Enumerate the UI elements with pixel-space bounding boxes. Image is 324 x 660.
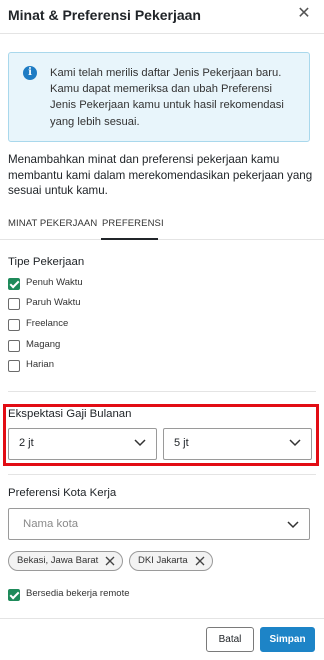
info-banner-text: Kami telah merilis daftar Jenis Pekerjaa… [50, 67, 284, 128]
chip-label: Bekasi, Jawa Barat [17, 555, 99, 566]
checkbox[interactable] [8, 589, 20, 601]
checkbox[interactable] [8, 278, 20, 290]
info-banner: i Kami telah merilis daftar Jenis Pekerj… [8, 52, 310, 142]
chevron-down-icon[interactable] [287, 521, 299, 529]
salary-max-value: 5 jt [174, 437, 189, 449]
modal-header: Minat & Preferensi Pekerjaan ✕ [0, 0, 324, 34]
checkbox[interactable] [8, 340, 20, 352]
city-label: Preferensi Kota Kerja [8, 487, 117, 499]
chevron-down-icon [134, 439, 146, 447]
modal-title: Minat & Preferensi Pekerjaan [8, 7, 201, 23]
remove-chip-icon[interactable] [194, 555, 206, 567]
chevron-down-icon [289, 439, 301, 447]
section-divider [8, 474, 316, 475]
salary-min-value: 2 jt [19, 437, 34, 449]
checkbox[interactable] [8, 298, 20, 310]
section-divider [8, 391, 316, 392]
tab-preferensi[interactable]: PREFERENSI [102, 218, 164, 229]
tab-bar: MINAT PEKERJAAN PREFERENSI [0, 214, 324, 240]
intro-text: Menambahkan minat dan preferensi pekerja… [8, 153, 313, 197]
checkbox-label: Harian [26, 359, 54, 370]
city-placeholder: Nama kota [23, 518, 79, 530]
remove-chip-icon[interactable] [104, 555, 116, 567]
salary-max-select[interactable]: 5 jt [163, 428, 312, 460]
tab-minat-pekerjaan[interactable]: MINAT PEKERJAAN [8, 218, 97, 229]
save-button[interactable]: Simpan [260, 627, 315, 652]
checkbox-label: Paruh Waktu [26, 297, 81, 308]
checkbox-label: Magang [26, 339, 61, 350]
cancel-button[interactable]: Batal [206, 627, 254, 652]
salary-min-select[interactable]: 2 jt [8, 428, 157, 460]
active-tab-indicator [101, 238, 158, 240]
footer-divider [0, 618, 324, 619]
job-type-label: Tipe Pekerjaan [8, 256, 85, 268]
city-chip: Bekasi, Jawa Barat [8, 551, 123, 571]
city-chip: DKI Jakarta [129, 551, 213, 571]
checkbox-label: Bersedia bekerja remote [26, 588, 130, 599]
checkbox-label: Penuh Waktu [26, 277, 83, 288]
chip-label: DKI Jakarta [138, 555, 188, 566]
city-search-input[interactable]: Nama kota [8, 508, 310, 540]
checkbox[interactable] [8, 319, 20, 331]
checkbox-label: Freelance [26, 318, 69, 329]
checkbox[interactable] [8, 360, 20, 372]
close-icon[interactable]: ✕ [296, 5, 312, 23]
info-icon: i [23, 66, 37, 80]
salary-label: Ekspektasi Gaji Bulanan [8, 408, 132, 420]
